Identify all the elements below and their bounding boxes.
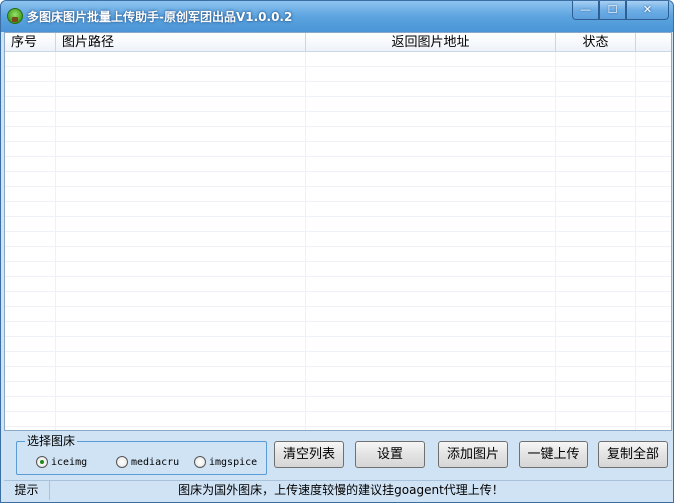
main-window: 多图床图片批量上传助手-原创军团出品V1.0.0.2 — ☐ ✕ 序号 图片路径… [0,0,674,503]
column-header-filler [636,33,671,52]
copy-all-button[interactable]: 复制全部 [598,441,668,468]
close-button[interactable]: ✕ [626,1,669,20]
clear-list-button[interactable]: 清空列表 [274,441,344,468]
image-host-group-title: 选择图床 [25,434,78,448]
radio-iceimg[interactable]: iceimg [36,455,87,469]
column-header-url[interactable]: 返回图片地址 [306,33,556,52]
image-host-group: 选择图床 iceimg mediacru imgspice [16,434,267,475]
column-divider [555,52,556,430]
settings-button[interactable]: 设置 [355,441,425,468]
window-title: 多图床图片批量上传助手-原创军团出品V1.0.0.2 [27,10,293,24]
radio-mediacru[interactable]: mediacru [116,455,179,469]
column-header-index[interactable]: 序号 [5,33,56,52]
list-header: 序号 图片路径 返回图片地址 状态 [5,33,671,52]
upload-all-button[interactable]: 一键上传 [519,441,588,468]
list-body[interactable] [5,52,671,430]
minimize-button[interactable]: — [572,1,599,20]
caption-buttons: — ☐ ✕ [572,1,669,21]
column-divider [635,52,636,430]
radio-imgspice[interactable]: imgspice [194,455,257,469]
radio-label: imgspice [209,456,258,468]
status-label: 提示 [4,481,50,500]
radio-label: iceimg [51,456,88,468]
status-message: 图床为国外图床，上传速度较慢的建议挂goagent代理上传！ [178,483,504,497]
column-divider [305,52,306,430]
maximize-button[interactable]: ☐ [599,1,626,20]
radio-checked-icon [36,456,48,468]
column-header-status[interactable]: 状态 [556,33,636,52]
app-icon [7,8,23,24]
radio-unchecked-icon [116,456,128,468]
status-bar: 提示 图床为国外图床，上传速度较慢的建议挂goagent代理上传！ [4,480,672,500]
title-bar[interactable]: 多图床图片批量上传助手-原创军团出品V1.0.0.2 — ☐ ✕ [1,1,673,32]
column-divider [55,52,56,430]
radio-unchecked-icon [194,456,206,468]
image-list[interactable]: 序号 图片路径 返回图片地址 状态 [4,32,672,431]
radio-label: mediacru [131,456,180,468]
add-images-button[interactable]: 添加图片 [438,441,508,468]
column-header-path[interactable]: 图片路径 [56,33,306,52]
